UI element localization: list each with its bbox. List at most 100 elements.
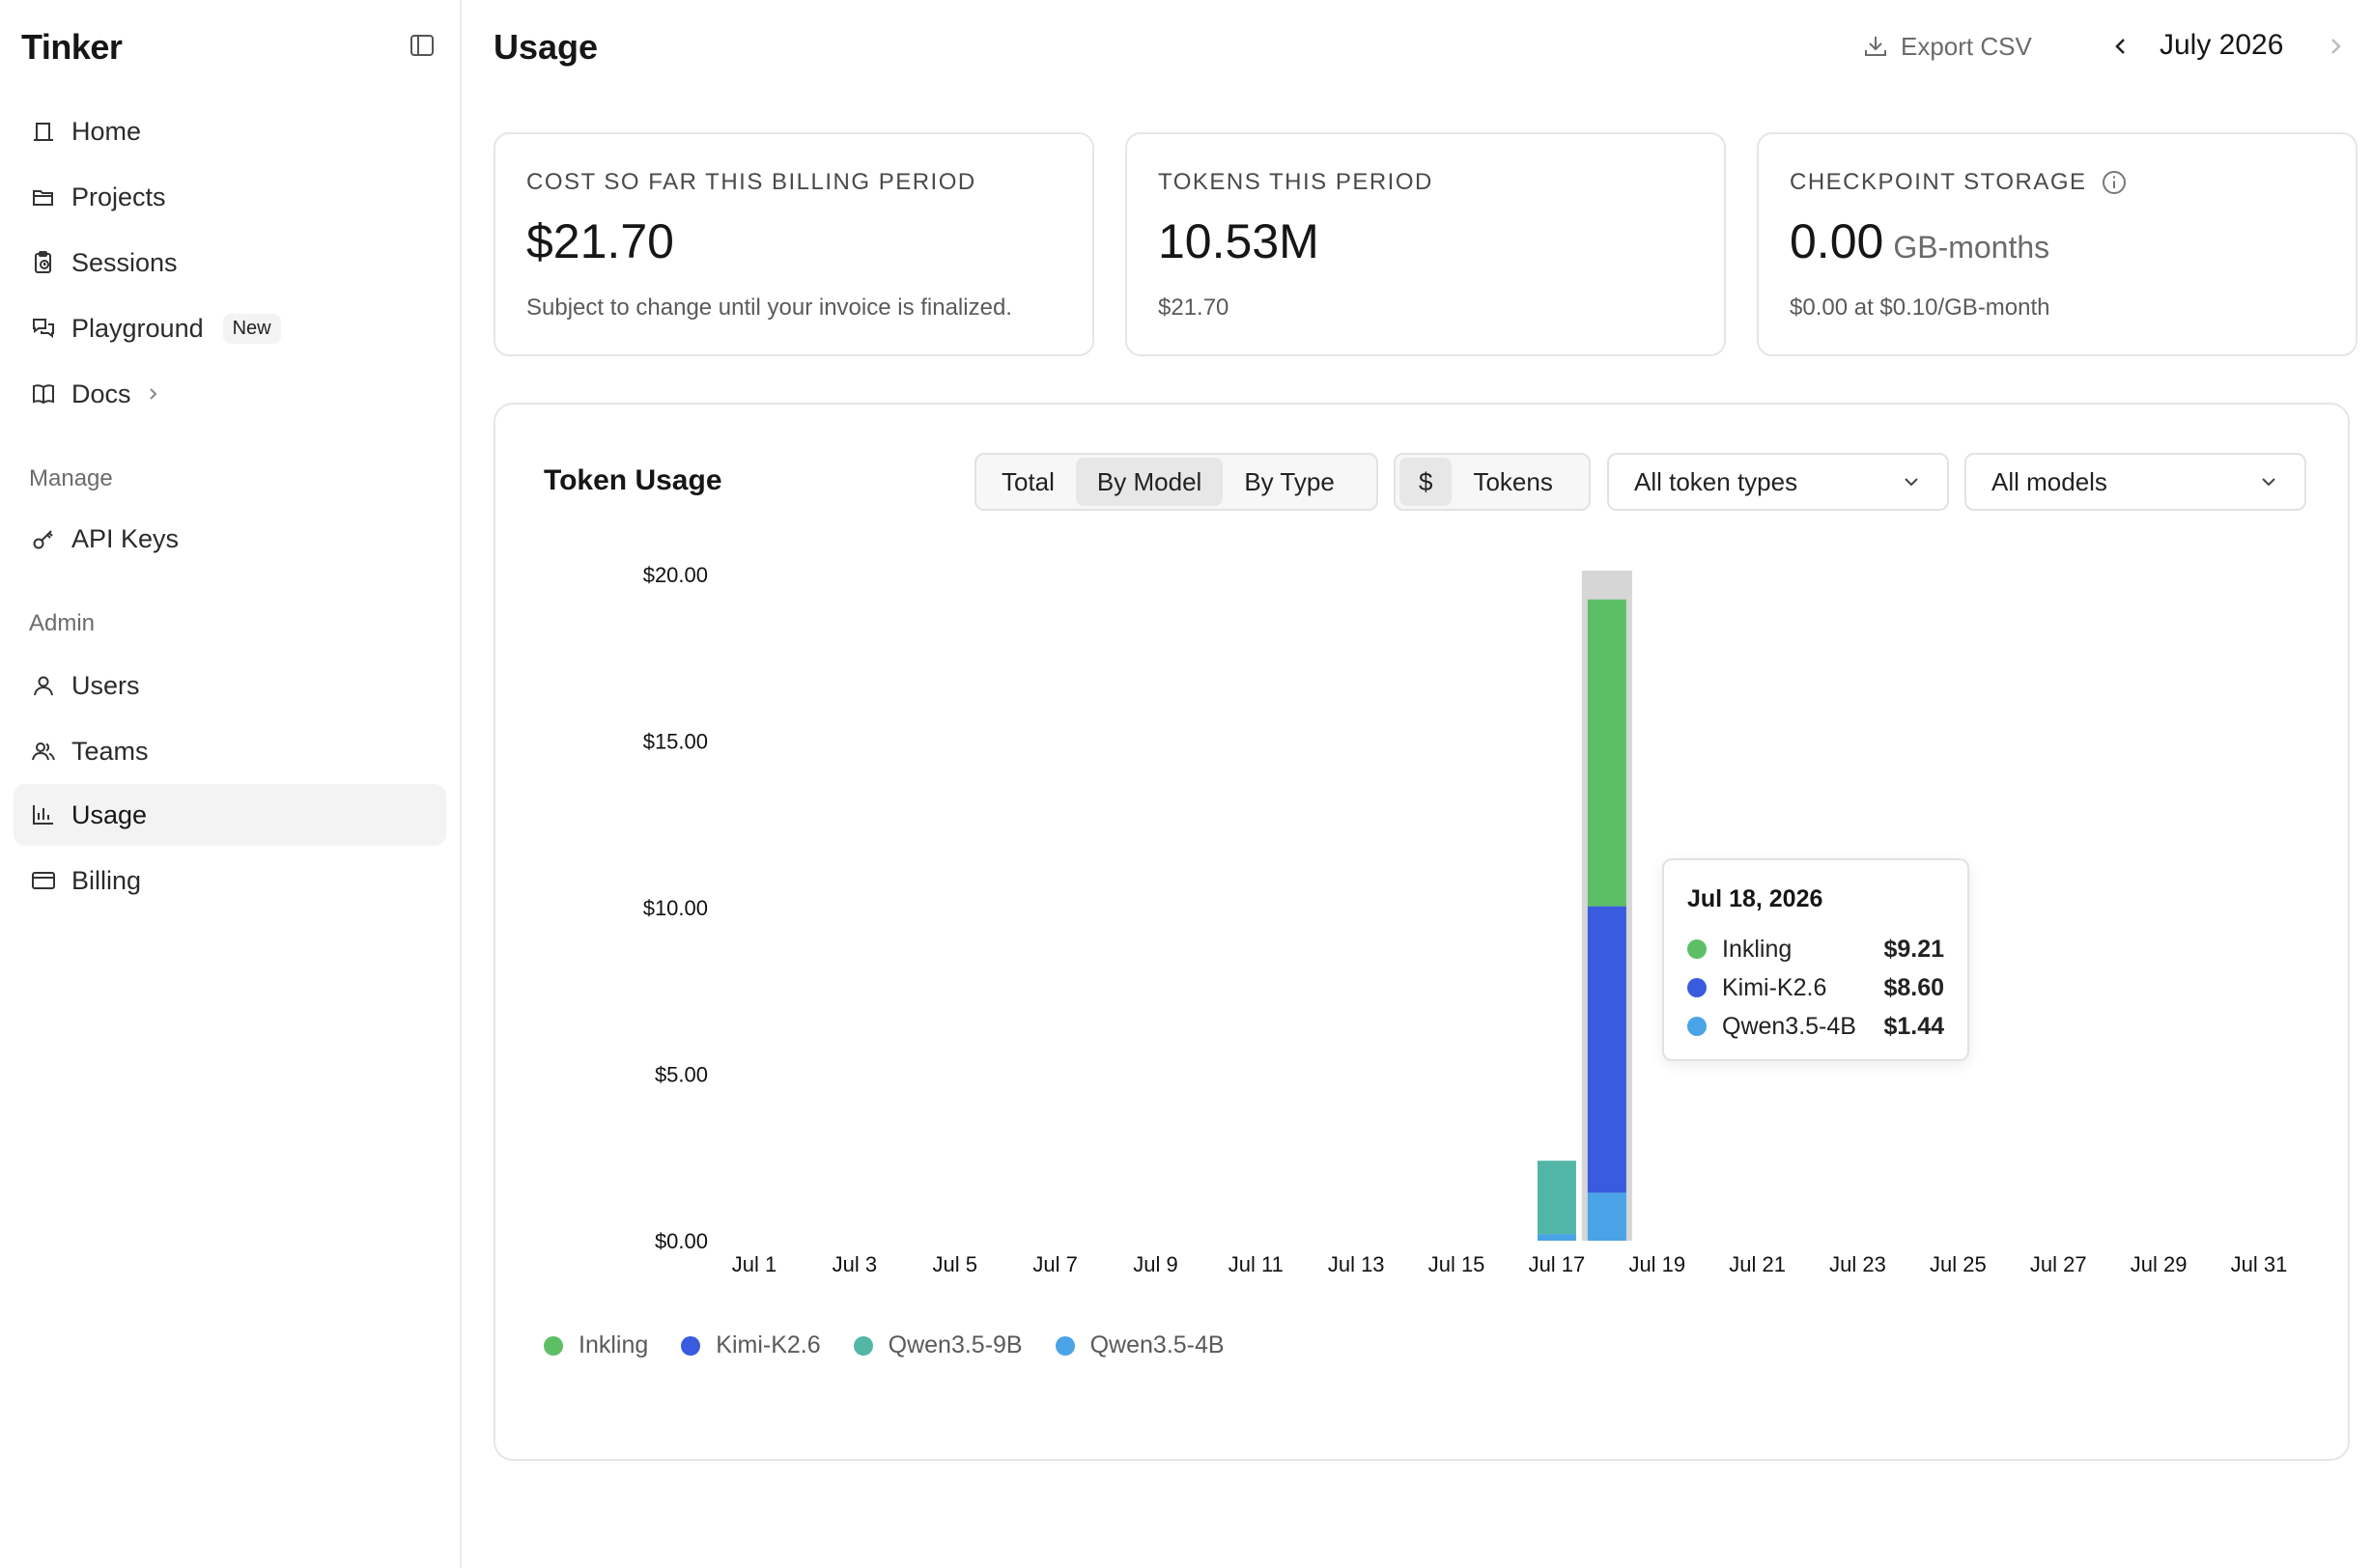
sidebar-item-label: Playground	[71, 313, 204, 343]
sidebar-item-label: Sessions	[71, 247, 178, 277]
card-subtext: $0.00 at $0.10/GB-month	[1790, 294, 2050, 321]
legend-swatch	[544, 1335, 563, 1356]
section-label-admin: Admin	[29, 610, 96, 636]
x-tick-label: Jul 25	[1930, 1252, 1987, 1276]
x-tick-label: Jul 23	[1829, 1252, 1886, 1276]
current-month: July 2026	[2160, 29, 2284, 61]
bar-segment-kimi-k2-6	[1587, 906, 1626, 1193]
export-csv-label: Export CSV	[1901, 31, 2032, 61]
download-icon	[1862, 33, 1901, 60]
x-tick-label: Jul 15	[1428, 1252, 1485, 1276]
card-label-row: CHECKPOINT STORAGE	[1790, 169, 2128, 196]
card-subtext: $21.70	[1158, 294, 1229, 321]
sidebar-item-billing[interactable]: Billing	[14, 850, 446, 911]
sidebar-item-label: Usage	[71, 799, 148, 829]
new-badge: New	[222, 313, 281, 344]
tooltip-series-value: $9.21	[1883, 935, 1944, 963]
next-month-button[interactable]	[2318, 29, 2353, 64]
card-value: 10.53M	[1158, 214, 1319, 268]
sidebar-item-label: Billing	[71, 865, 142, 895]
card-unit: GB-months	[1893, 230, 2050, 265]
token-usage-chart[interactable]: $0.00 $5.00 $10.00 $15.00 $20.00 Jul 1 Jul 3 Ju…	[495, 405, 2348, 1459]
y-tick-label: $20.00	[643, 563, 708, 587]
y-tick-label: $10.00	[643, 896, 708, 920]
sidebar-item-usage[interactable]: Usage	[14, 784, 446, 846]
sidebar-item-api-keys[interactable]: API Keys	[14, 508, 446, 570]
x-tick-label: Jul 27	[2030, 1252, 2087, 1276]
x-tick-label: Jul 17	[1529, 1252, 1586, 1276]
tooltip-series-name: Qwen3.5-4B	[1722, 1012, 1856, 1040]
tooltip-date: Jul 18, 2026	[1687, 885, 1823, 912]
tooltip-series-value: $1.44	[1883, 1012, 1944, 1040]
x-tick-label: Jul 19	[1628, 1252, 1685, 1276]
chart-legend: Inkling Kimi-K2.6 Qwen3.5-9B Qwen3.5-4B	[544, 1331, 1257, 1359]
legend-item-kimi[interactable]: Kimi-K2.6	[681, 1331, 821, 1359]
card-value: $21.70	[526, 214, 674, 268]
home-icon	[29, 117, 58, 146]
x-tick-label: Jul 31	[2231, 1252, 2288, 1276]
page-title: Usage	[494, 27, 599, 67]
previous-month-button[interactable]	[2104, 29, 2138, 64]
x-tick-label: Jul 1	[732, 1252, 777, 1276]
sidebar-item-label: Docs	[71, 378, 131, 408]
chart-tooltip: Jul 18, 2026 Inkling $9.21 Kimi-K2.6 $8.…	[1662, 858, 1969, 1061]
y-tick-label: $0.00	[655, 1229, 708, 1253]
tooltip-swatch	[1687, 1017, 1707, 1036]
user-icon	[29, 671, 58, 700]
tooltip-series-value: $8.60	[1883, 973, 1944, 1001]
info-icon[interactable]	[2101, 169, 2128, 196]
sidebar-item-sessions[interactable]: Sessions	[14, 232, 446, 294]
x-tick-label: Jul 3	[833, 1252, 877, 1276]
x-tick-label: Jul 7	[1032, 1252, 1077, 1276]
tooltip-swatch	[1687, 978, 1707, 997]
collapse-sidebar-button[interactable]	[406, 31, 438, 64]
card-value-row: 0.00 GB-months	[1790, 213, 2049, 269]
tokens-card: TOKENS THIS PERIOD 10.53M $21.70	[1125, 132, 1726, 356]
bar-chart-icon	[29, 800, 58, 829]
chevron-left-icon	[2109, 35, 2132, 58]
tooltip-row: Inkling $9.21	[1687, 932, 1944, 966]
bar-segment-inkling	[1587, 599, 1626, 907]
tooltip-swatch	[1687, 939, 1707, 959]
legend-item-qwen-9b[interactable]: Qwen3.5-9B	[853, 1331, 1023, 1359]
card-label: CHECKPOINT STORAGE	[1790, 169, 2087, 195]
section-label-manage: Manage	[29, 465, 113, 491]
legend-swatch	[853, 1335, 873, 1356]
x-tick-label: Jul 21	[1729, 1252, 1786, 1276]
sidebar: Tinker Home Projects Sessions Playground…	[0, 0, 462, 1568]
card-label: COST SO FAR THIS BILLING PERIOD	[526, 169, 976, 195]
legend-item-qwen-4b[interactable]: Qwen3.5-4B	[1055, 1331, 1225, 1359]
card-subtext: Subject to change until your invoice is …	[526, 294, 1012, 321]
sidebar-toggle-icon	[409, 32, 436, 64]
token-usage-panel: Token Usage Total By Model By Type $ Tok…	[494, 403, 2350, 1461]
sidebar-item-playground[interactable]: Playground New	[14, 297, 446, 359]
sidebar-item-label: Users	[71, 670, 140, 700]
bar-segment-qwen3-5-4b	[1537, 1234, 1576, 1241]
users-icon	[29, 737, 58, 766]
sidebar-item-label: API Keys	[71, 523, 180, 553]
app-logo[interactable]: Tinker	[21, 27, 123, 68]
sidebar-item-projects[interactable]: Projects	[14, 166, 446, 228]
y-tick-label: $15.00	[643, 730, 708, 754]
tooltip-series-name: Inkling	[1722, 935, 1793, 963]
sidebar-item-docs[interactable]: Docs	[14, 363, 446, 425]
clipboard-clock-icon	[29, 248, 58, 277]
legend-swatch	[1055, 1335, 1075, 1356]
credit-card-icon	[29, 866, 58, 895]
legend-swatch	[681, 1335, 701, 1356]
sidebar-item-users[interactable]: Users	[14, 655, 446, 716]
export-csv-button[interactable]: Export CSV	[1862, 27, 2032, 66]
x-tick-label: Jul 29	[2131, 1252, 2188, 1276]
chat-bubbles-icon	[29, 314, 58, 343]
folder-icon	[29, 182, 58, 211]
sidebar-item-label: Teams	[71, 736, 149, 766]
x-tick-label: Jul 9	[1133, 1252, 1177, 1276]
bar-segment-qwen3-5-9b	[1537, 1161, 1576, 1235]
legend-label: Qwen3.5-9B	[888, 1331, 1023, 1358]
sidebar-item-label: Home	[71, 116, 142, 146]
sidebar-item-teams[interactable]: Teams	[14, 720, 446, 782]
legend-item-inkling[interactable]: Inkling	[544, 1331, 648, 1359]
x-tick-label: Jul 13	[1328, 1252, 1385, 1276]
sidebar-item-home[interactable]: Home	[14, 100, 446, 162]
x-tick-label: Jul 5	[932, 1252, 976, 1276]
